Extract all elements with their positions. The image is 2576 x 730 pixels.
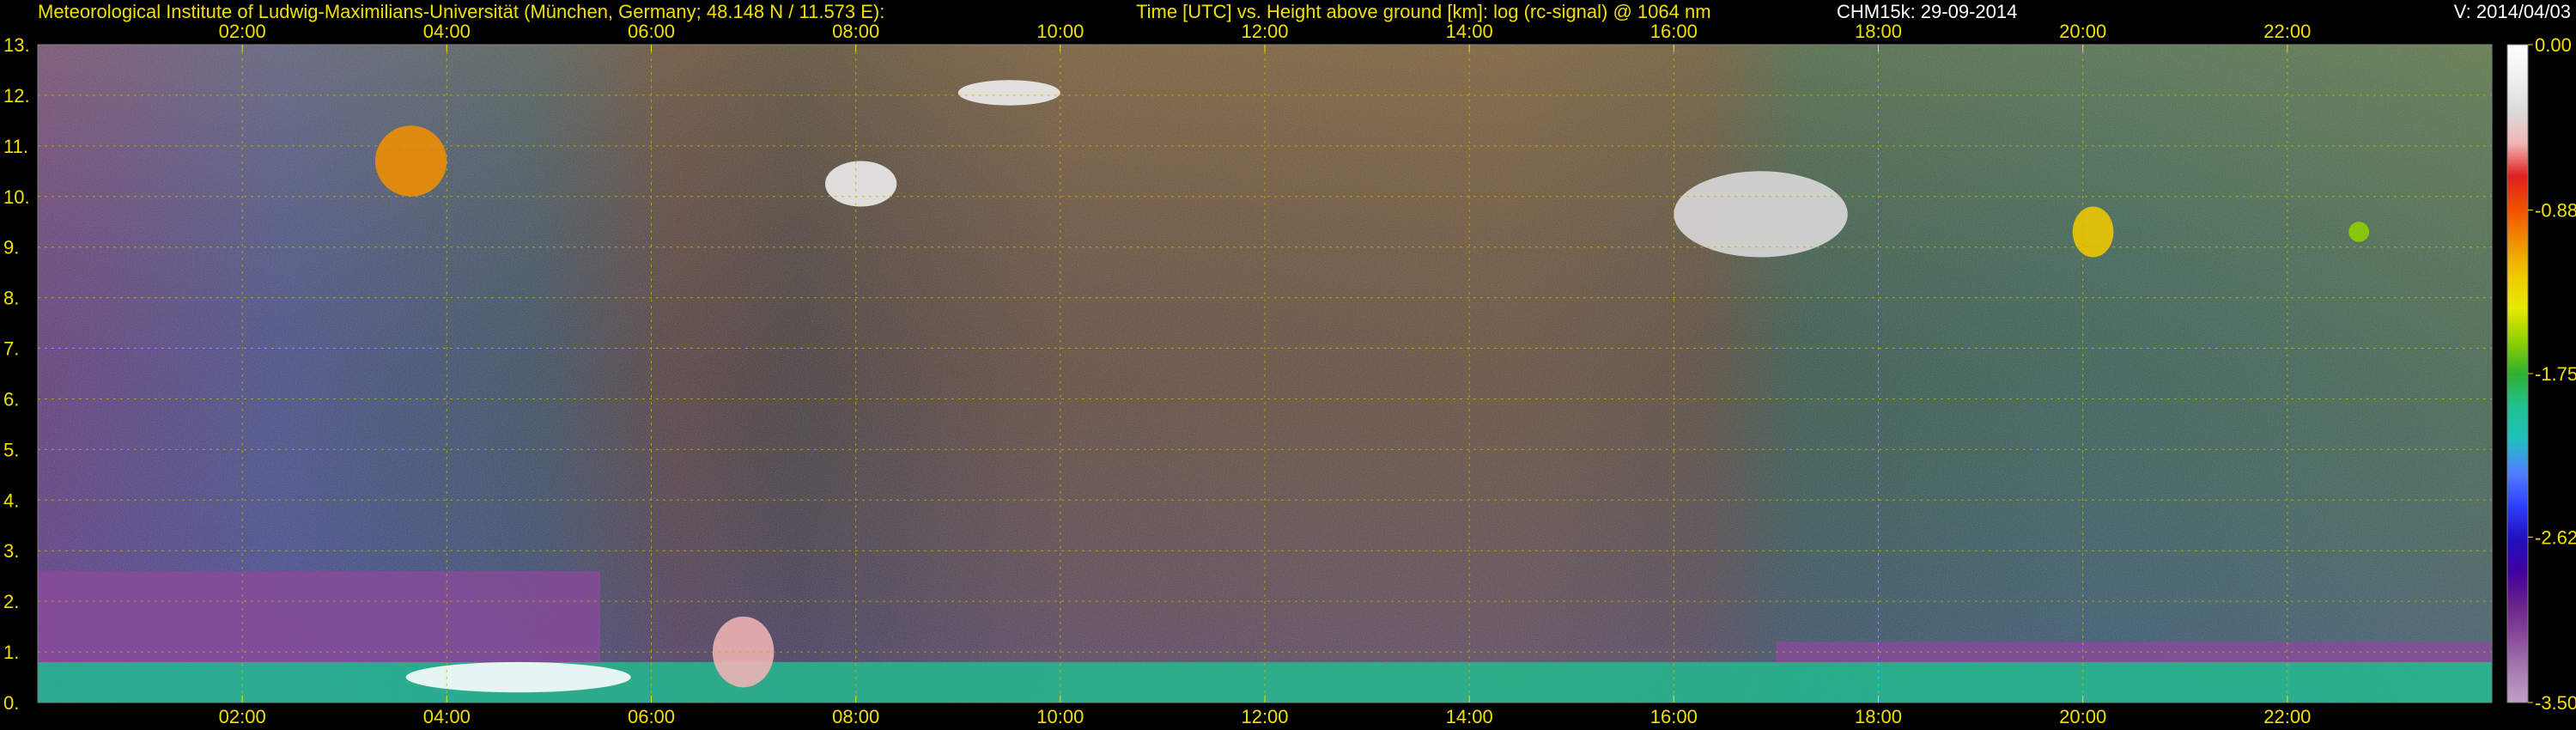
- y-tick-label-13.: 13.: [3, 34, 30, 56]
- x-tick-label-bottom-10:00: 10:00: [1036, 706, 1084, 727]
- x-tick-label-bottom-20:00: 20:00: [2059, 706, 2106, 727]
- ceilometer-plot-page: Meteorological Institute of Ludwig-Maxim…: [0, 0, 2576, 730]
- y-tick-label-9.: 9.: [3, 237, 19, 259]
- colorbar-tick-label-0.00: 0.00: [2535, 34, 2572, 56]
- x-tick-label-top-14:00: 14:00: [1446, 21, 1493, 42]
- x-tick-label-top-06:00: 06:00: [628, 21, 675, 42]
- feature-cirrus-9: [2348, 222, 2370, 242]
- feature-low-cloud-3: [712, 616, 775, 688]
- y-tick-label-7.: 7.: [3, 338, 19, 360]
- x-tick-label-bottom-22:00: 22:00: [2263, 706, 2311, 727]
- x-tick-label-bottom-16:00: 16:00: [1650, 706, 1698, 727]
- colorbar-tick-label--1.75: -1.75: [2535, 363, 2576, 385]
- y-tick-label-4.: 4.: [3, 490, 19, 511]
- x-tick-label-top-18:00: 18:00: [1855, 21, 1902, 42]
- feature-cirrus-8: [2072, 206, 2114, 258]
- feature-cirrus-5: [824, 161, 897, 207]
- x-tick-label-top-10:00: 10:00: [1036, 21, 1084, 42]
- y-tick-label-12.: 12.: [3, 85, 30, 106]
- x-tick-label-top-12:00: 12:00: [1241, 21, 1288, 42]
- feature-residual-layer-1: [38, 570, 600, 662]
- ceilometer-heatmap-chart: 02:00 02:00 04:00 04:00 06:00 06:00 08:00 08:00…: [3, 21, 2576, 727]
- colorbar: [2506, 44, 2529, 703]
- feature-cirrus-7: [1674, 171, 1848, 258]
- x-tick-label-bottom-18:00: 18:00: [1855, 706, 1902, 727]
- feature-cirrus-6: [957, 80, 1060, 106]
- x-tick-label-bottom-02:00: 02:00: [219, 706, 266, 727]
- feature-fog-low-cloud-2: [405, 661, 631, 693]
- y-tick-label-5.: 5.: [3, 439, 19, 460]
- y-tick-label-10.: 10.: [3, 186, 30, 208]
- colorbar-tick-label--3.50: -3.50: [2535, 692, 2576, 714]
- x-tick-label-top-22:00: 22:00: [2263, 21, 2311, 42]
- y-tick-label-2.: 2.: [3, 591, 19, 612]
- x-tick-label-top-02:00: 02:00: [219, 21, 266, 42]
- x-tick-label-top-20:00: 20:00: [2059, 21, 2106, 42]
- y-tick-label-1.: 1.: [3, 642, 19, 663]
- colorbar-tick-label--2.62: -2.62: [2535, 526, 2576, 548]
- y-tick-label-0.: 0.: [3, 692, 19, 714]
- colorbar-tick-label--0.88: -0.88: [2535, 200, 2576, 222]
- x-tick-label-bottom-08:00: 08:00: [832, 706, 879, 727]
- y-tick-label-6.: 6.: [3, 388, 19, 410]
- x-tick-label-bottom-04:00: 04:00: [423, 706, 471, 727]
- y-tick-label-3.: 3.: [3, 540, 19, 562]
- x-tick-label-top-16:00: 16:00: [1650, 21, 1698, 42]
- x-tick-label-bottom-06:00: 06:00: [628, 706, 675, 727]
- x-tick-label-bottom-12:00: 12:00: [1241, 706, 1288, 727]
- x-tick-label-top-08:00: 08:00: [832, 21, 879, 42]
- y-tick-label-8.: 8.: [3, 288, 19, 309]
- y-tick-label-11.: 11.: [3, 136, 28, 157]
- feature-cirrus-4: [374, 125, 447, 197]
- x-tick-label-bottom-14:00: 14:00: [1446, 706, 1493, 727]
- x-tick-label-top-04:00: 04:00: [423, 21, 471, 42]
